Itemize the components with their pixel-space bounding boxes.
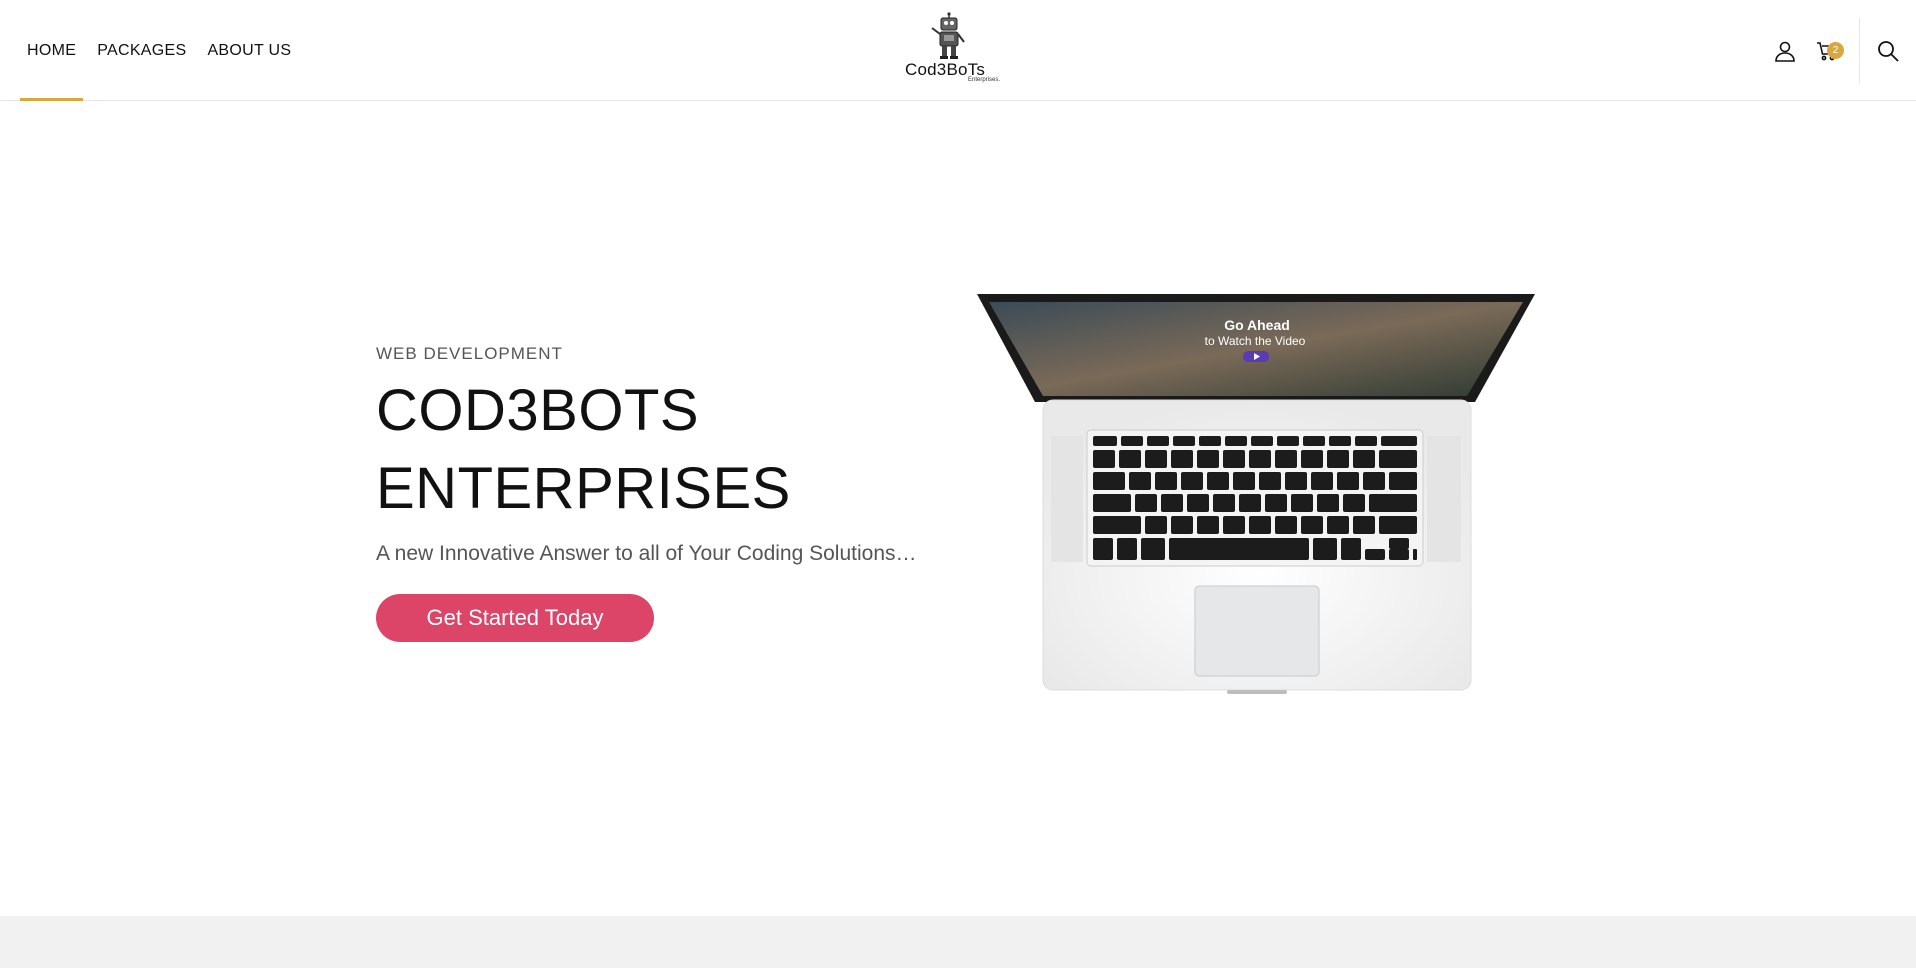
get-started-button[interactable]: Get Started Today	[376, 594, 654, 642]
user-icon	[1775, 41, 1795, 62]
footer-band	[0, 916, 1916, 968]
hero-eyebrow: WEB DEVELOPMENT	[376, 344, 563, 363]
search-button[interactable]	[1860, 0, 1916, 101]
laptop-image: Go Ahead to Watch the Video	[975, 290, 1535, 715]
laptop-illustration: Go Ahead to Watch the Video	[977, 294, 1535, 694]
screen-subline: to Watch the Video	[1205, 334, 1306, 348]
hero-subtitle: A new Innovative Answer to all of Your C…	[376, 542, 917, 565]
robot-icon	[931, 12, 965, 59]
search-icon	[1878, 40, 1899, 62]
nav-item-home[interactable]: HOME	[20, 0, 84, 101]
hero-title-line-2: ENTERPRISES	[376, 456, 791, 521]
site-logo[interactable]: Cod3BoTs Enterprises.	[903, 12, 1013, 88]
hero-section: WEB DEVELOPMENT COD3BOTS ENTERPRISES A n…	[376, 344, 976, 642]
site-header: HOME PACKAGES ABOUT US Cod3BoTs Enterpri…	[0, 0, 1916, 101]
hero-title: COD3BOTS ENTERPRISES	[376, 372, 976, 528]
cart-button[interactable]: 2	[1809, 33, 1845, 69]
hero-title-line-1: COD3BOTS	[376, 378, 700, 443]
logo-subtitle: Enterprises.	[968, 77, 1001, 83]
nav-item-about-us[interactable]: ABOUT US	[200, 0, 298, 101]
main-nav: HOME PACKAGES ABOUT US	[20, 0, 305, 101]
screen-headline: Go Ahead	[1224, 317, 1290, 333]
header-icons: 2	[1767, 0, 1916, 101]
cart-count-badge: 2	[1827, 41, 1844, 59]
nav-item-packages[interactable]: PACKAGES	[90, 0, 193, 101]
account-button[interactable]	[1767, 33, 1803, 69]
